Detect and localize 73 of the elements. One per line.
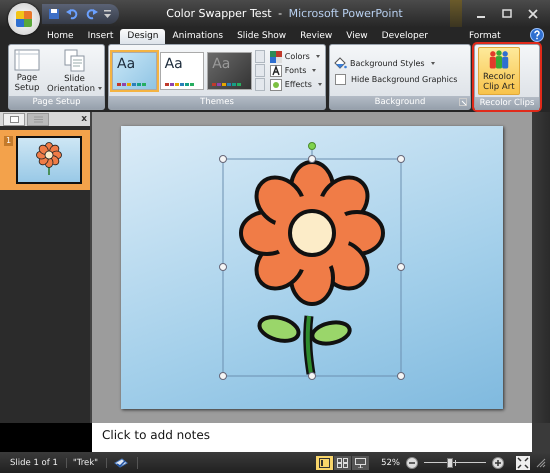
group-label: Page Setup: [9, 96, 104, 109]
page-icon: [14, 48, 40, 70]
grid-view-icon: [337, 458, 348, 468]
ribbon-tab[interactable]: Slide Show: [230, 29, 294, 44]
title-separator: -: [278, 7, 282, 20]
notes-scrollbar[interactable]: [532, 423, 550, 452]
outline-icon: [34, 116, 42, 122]
ribbon-tab[interactable]: Format: [450, 29, 519, 44]
notes-field[interactable]: Click to add notes: [92, 423, 532, 452]
hide-graphics-checkbox[interactable]: Hide Background Graphics: [333, 74, 458, 84]
contextual-tab-highlight: [450, 0, 462, 27]
color-swatches: [117, 82, 146, 86]
ribbon-tab[interactable]: Insert: [80, 29, 120, 44]
slides-tab[interactable]: [3, 112, 25, 126]
save-icon[interactable]: [48, 8, 60, 20]
office-button[interactable]: [8, 3, 40, 35]
slides-icon: [10, 116, 18, 122]
redo-icon[interactable]: [86, 8, 98, 20]
palette-icon: [270, 50, 282, 62]
zoom-percentage[interactable]: 52%: [381, 458, 400, 468]
group-label: Themes: [109, 96, 325, 109]
ribbon-tab[interactable]: Animations: [165, 29, 230, 44]
flower-icon: [36, 142, 62, 178]
zoom-out-icon[interactable]: [406, 456, 418, 468]
background-styles-button[interactable]: Background Styles: [333, 56, 435, 70]
theme-name: "Trek": [72, 458, 108, 468]
theme-option-button[interactable]: Fonts: [270, 64, 322, 76]
letter-icon: [270, 64, 282, 76]
app-title: Microsoft PowerPoint: [288, 7, 403, 20]
selection-frame[interactable]: [219, 142, 405, 380]
spell-check-icon[interactable]: [113, 456, 130, 468]
group-label: Recolor Clips: [475, 97, 539, 110]
group-label: Background: [330, 96, 470, 109]
ribbon-tab[interactable]: Review: [293, 29, 340, 44]
flower-drawing[interactable]: [239, 160, 385, 375]
notes-placeholder: Click to add notes: [102, 428, 210, 442]
customize-caret-icon[interactable]: [104, 10, 111, 18]
theme-option-button[interactable]: Colors: [270, 50, 322, 62]
document-title: Color Swapper Test: [166, 7, 272, 20]
ribbon-button[interactable]: Slide Orientation: [45, 48, 104, 94]
theme-option-button[interactable]: Effects: [270, 78, 322, 90]
resize-grip-icon[interactable]: [536, 458, 546, 468]
vertical-scrollbar[interactable]: [532, 112, 550, 423]
ribbon-tab[interactable]: Design: [120, 29, 166, 44]
close-icon[interactable]: [528, 8, 538, 18]
color-swatches: [164, 82, 194, 86]
color-swatches: [212, 82, 242, 86]
checkbox[interactable]: [335, 74, 346, 84]
people-figures-icon: [488, 50, 510, 70]
ribbon-tab[interactable]: View: [339, 29, 375, 44]
help-icon[interactable]: [530, 28, 544, 42]
zoom-slider-thumb[interactable]: [447, 458, 454, 468]
paint-bucket-icon: [333, 56, 347, 70]
normal-view-icon: [319, 458, 330, 468]
ribbon-button[interactable]: Page Setup: [12, 48, 42, 92]
undo-icon[interactable]: [66, 8, 80, 20]
view-button[interactable]: [334, 456, 352, 470]
bulb-icon: [270, 78, 282, 90]
theme-thumbnail[interactable]: Aa: [112, 52, 157, 90]
close-panel-button[interactable]: x: [81, 114, 87, 124]
recolor-clip-art-button[interactable]: Recolor Clip Art: [478, 47, 520, 95]
ribbon-tab[interactable]: Home: [40, 29, 81, 44]
pages-icon: [62, 48, 86, 72]
maximize-icon[interactable]: [502, 8, 512, 18]
ribbon-tab[interactable]: Developer: [374, 29, 435, 44]
zoom-in-icon[interactable]: [492, 456, 504, 468]
slideshow-icon: [355, 458, 366, 468]
view-button[interactable]: [316, 456, 334, 470]
slide-count: Slide 1 of 1: [10, 458, 67, 468]
theme-thumbnail[interactable]: Aa: [160, 52, 204, 90]
fit-to-window-icon[interactable]: [516, 456, 530, 470]
slide-number: 1: [4, 136, 14, 146]
view-button[interactable]: [352, 456, 370, 470]
